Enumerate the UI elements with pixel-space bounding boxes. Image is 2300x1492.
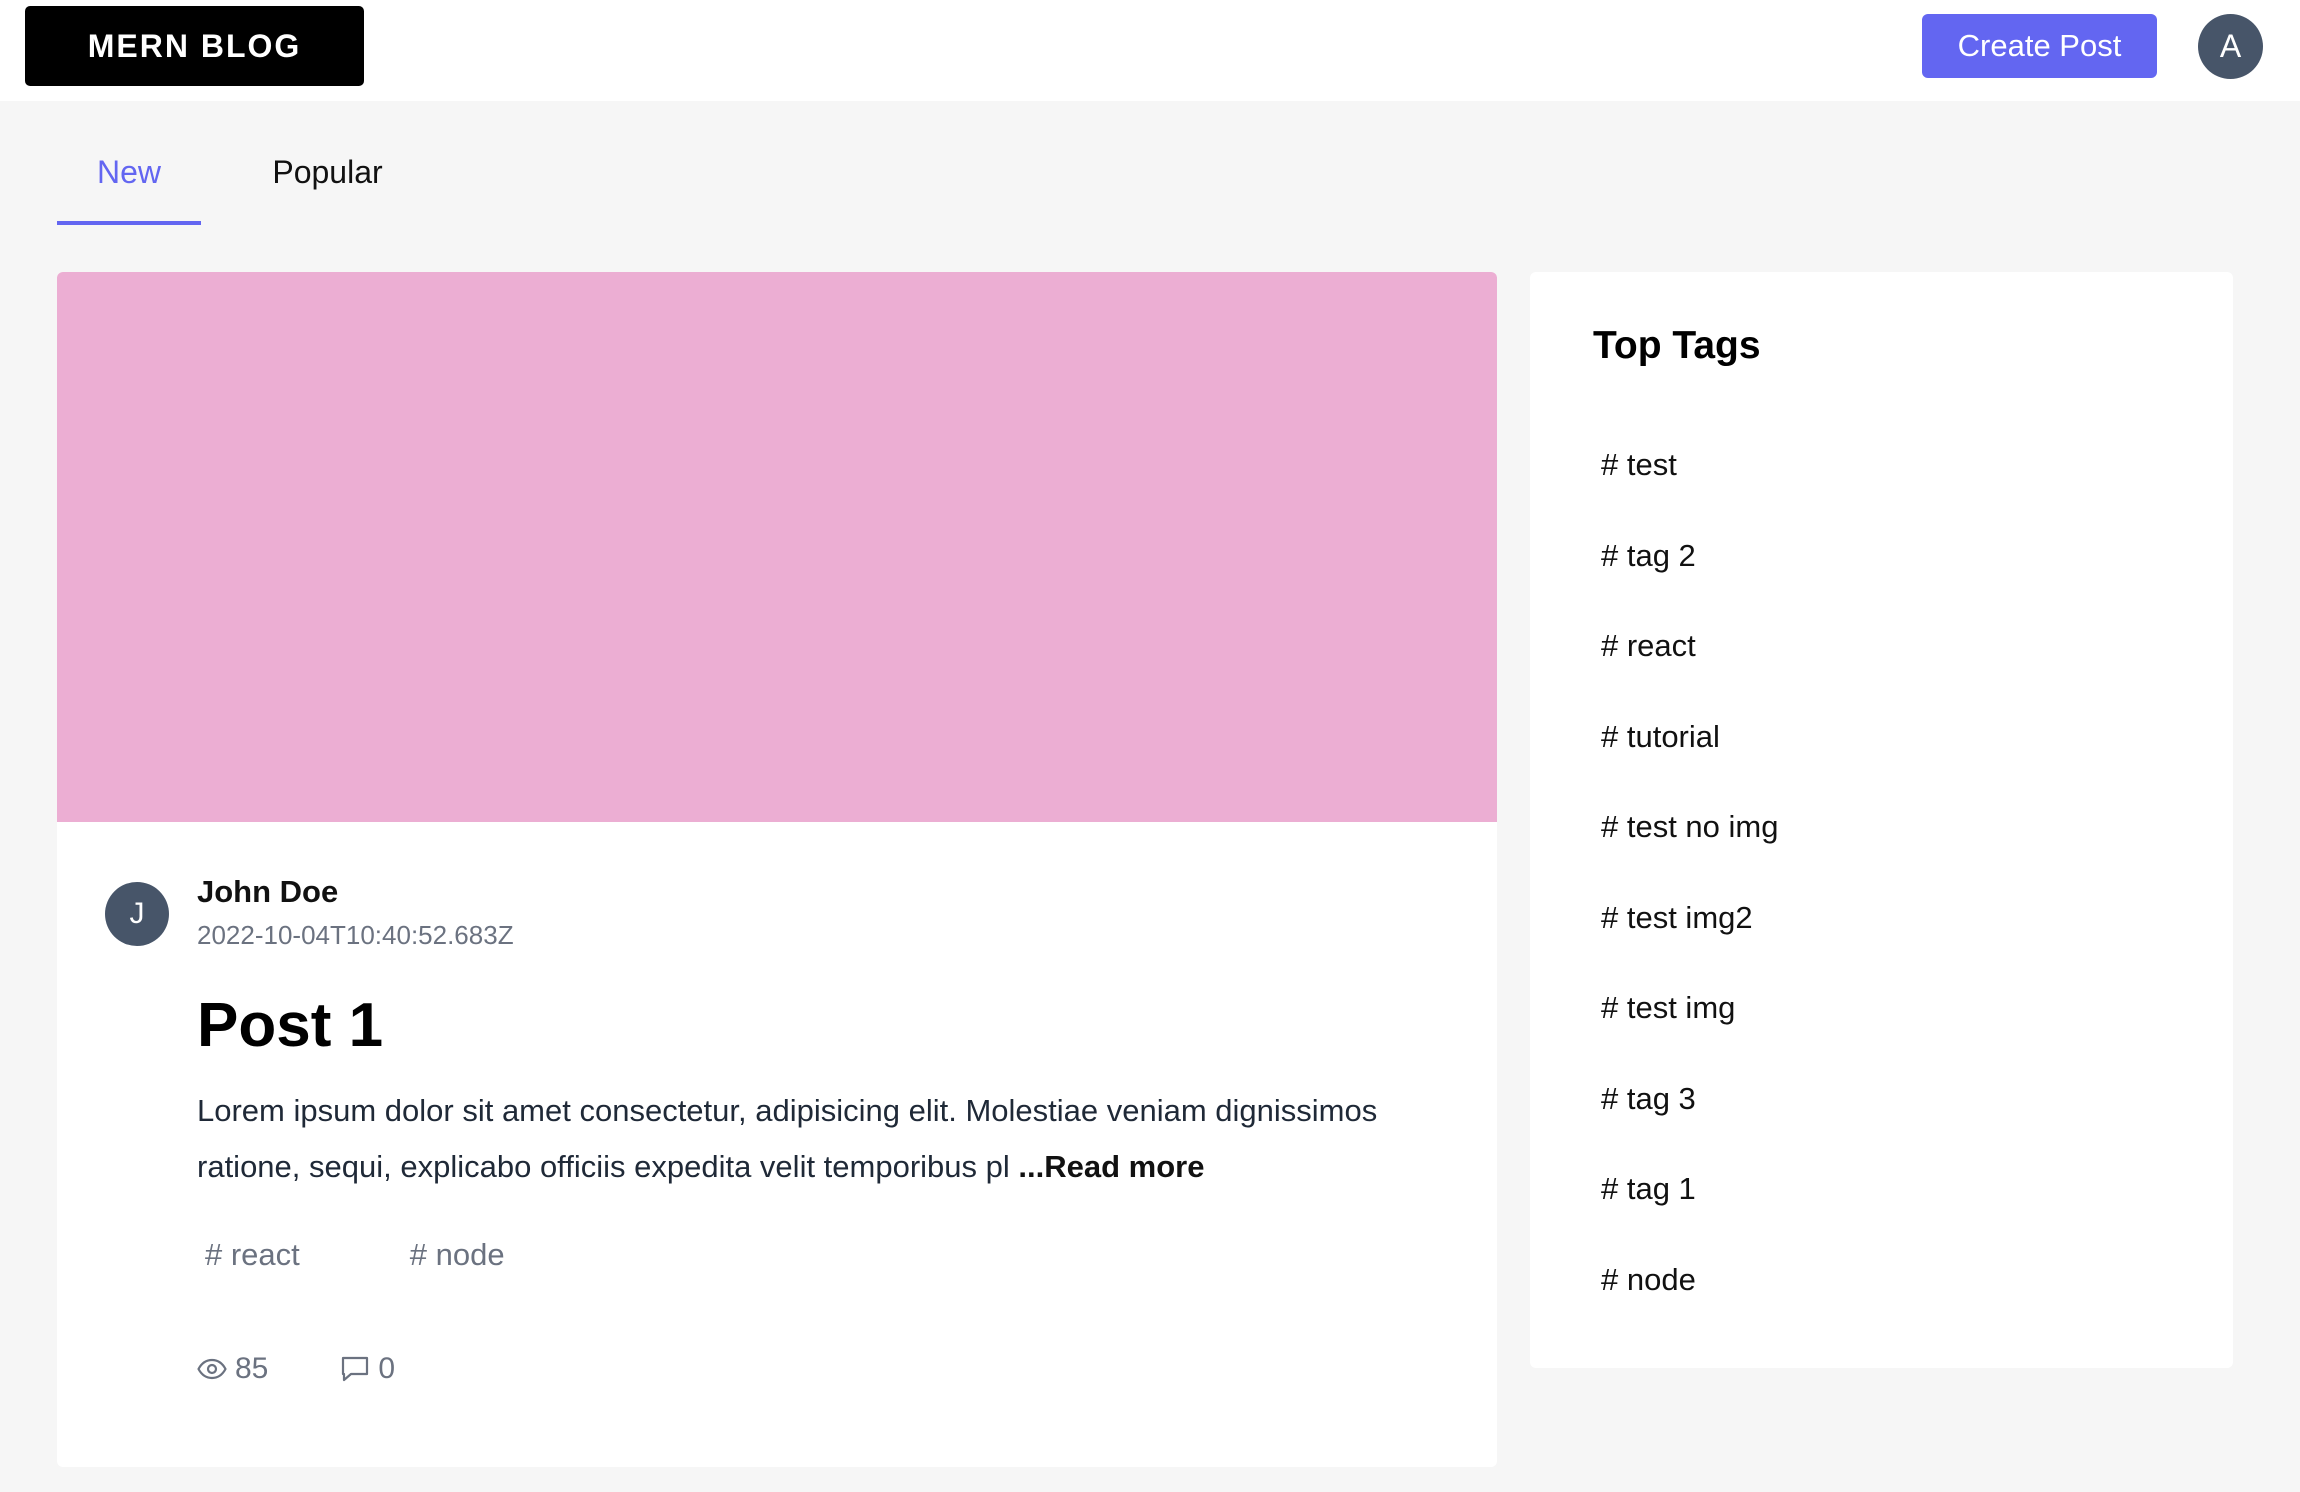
tag-item-react[interactable]: # react [1601, 628, 1778, 719]
views-stat: 85 [197, 1352, 268, 1386]
tag-item-test-img[interactable]: # test img [1601, 990, 1778, 1081]
create-post-button[interactable]: Create Post [1922, 14, 2157, 78]
top-tags-list: # test # tag 2 # react # tutorial # test… [1601, 447, 1778, 1352]
read-more-link[interactable]: ...Read more [1018, 1149, 1204, 1184]
feed-tabs: New Popular [57, 150, 454, 225]
post-title[interactable]: Post 1 [197, 990, 383, 1061]
post-stats: 85 0 [197, 1352, 395, 1386]
user-avatar[interactable]: A [2198, 14, 2263, 79]
tab-popular[interactable]: Popular [201, 150, 454, 225]
post-card[interactable]: J John Doe 2022-10-04T10:40:52.683Z Post… [57, 272, 1497, 1467]
eye-icon [197, 1358, 227, 1380]
comments-stat[interactable]: 0 [340, 1352, 395, 1386]
post-tag-react[interactable]: # react [205, 1237, 300, 1273]
post-date: 2022-10-04T10:40:52.683Z [197, 920, 514, 950]
tag-item-tag-1[interactable]: # tag 1 [1601, 1171, 1778, 1262]
post-excerpt: Lorem ipsum dolor sit amet consectetur, … [197, 1083, 1437, 1195]
author-avatar[interactable]: J [105, 882, 169, 946]
tag-item-tag-2[interactable]: # tag 2 [1601, 538, 1778, 629]
tag-item-test[interactable]: # test [1601, 447, 1778, 538]
tag-item-node[interactable]: # node [1601, 1262, 1778, 1353]
site-logo[interactable]: MERN BLOG [25, 6, 364, 86]
post-tags: # react # node [205, 1237, 505, 1273]
post-tag-node[interactable]: # node [410, 1237, 505, 1273]
views-count: 85 [235, 1352, 269, 1385]
tab-new[interactable]: New [57, 150, 201, 225]
tag-item-test-img2[interactable]: # test img2 [1601, 900, 1778, 991]
post-cover-image[interactable] [57, 272, 1497, 822]
tag-item-test-no-img[interactable]: # test no img [1601, 809, 1778, 900]
top-navbar: MERN BLOG Create Post A [0, 0, 2300, 101]
tag-item-tutorial[interactable]: # tutorial [1601, 719, 1778, 810]
comment-icon [340, 1355, 370, 1383]
top-tags-sidebar: Top Tags # test # tag 2 # react # tutori… [1530, 272, 2233, 1368]
tag-item-tag-3[interactable]: # tag 3 [1601, 1081, 1778, 1172]
author-name[interactable]: John Doe [197, 874, 338, 910]
sidebar-title: Top Tags [1593, 324, 1761, 367]
comments-count: 0 [378, 1352, 396, 1385]
